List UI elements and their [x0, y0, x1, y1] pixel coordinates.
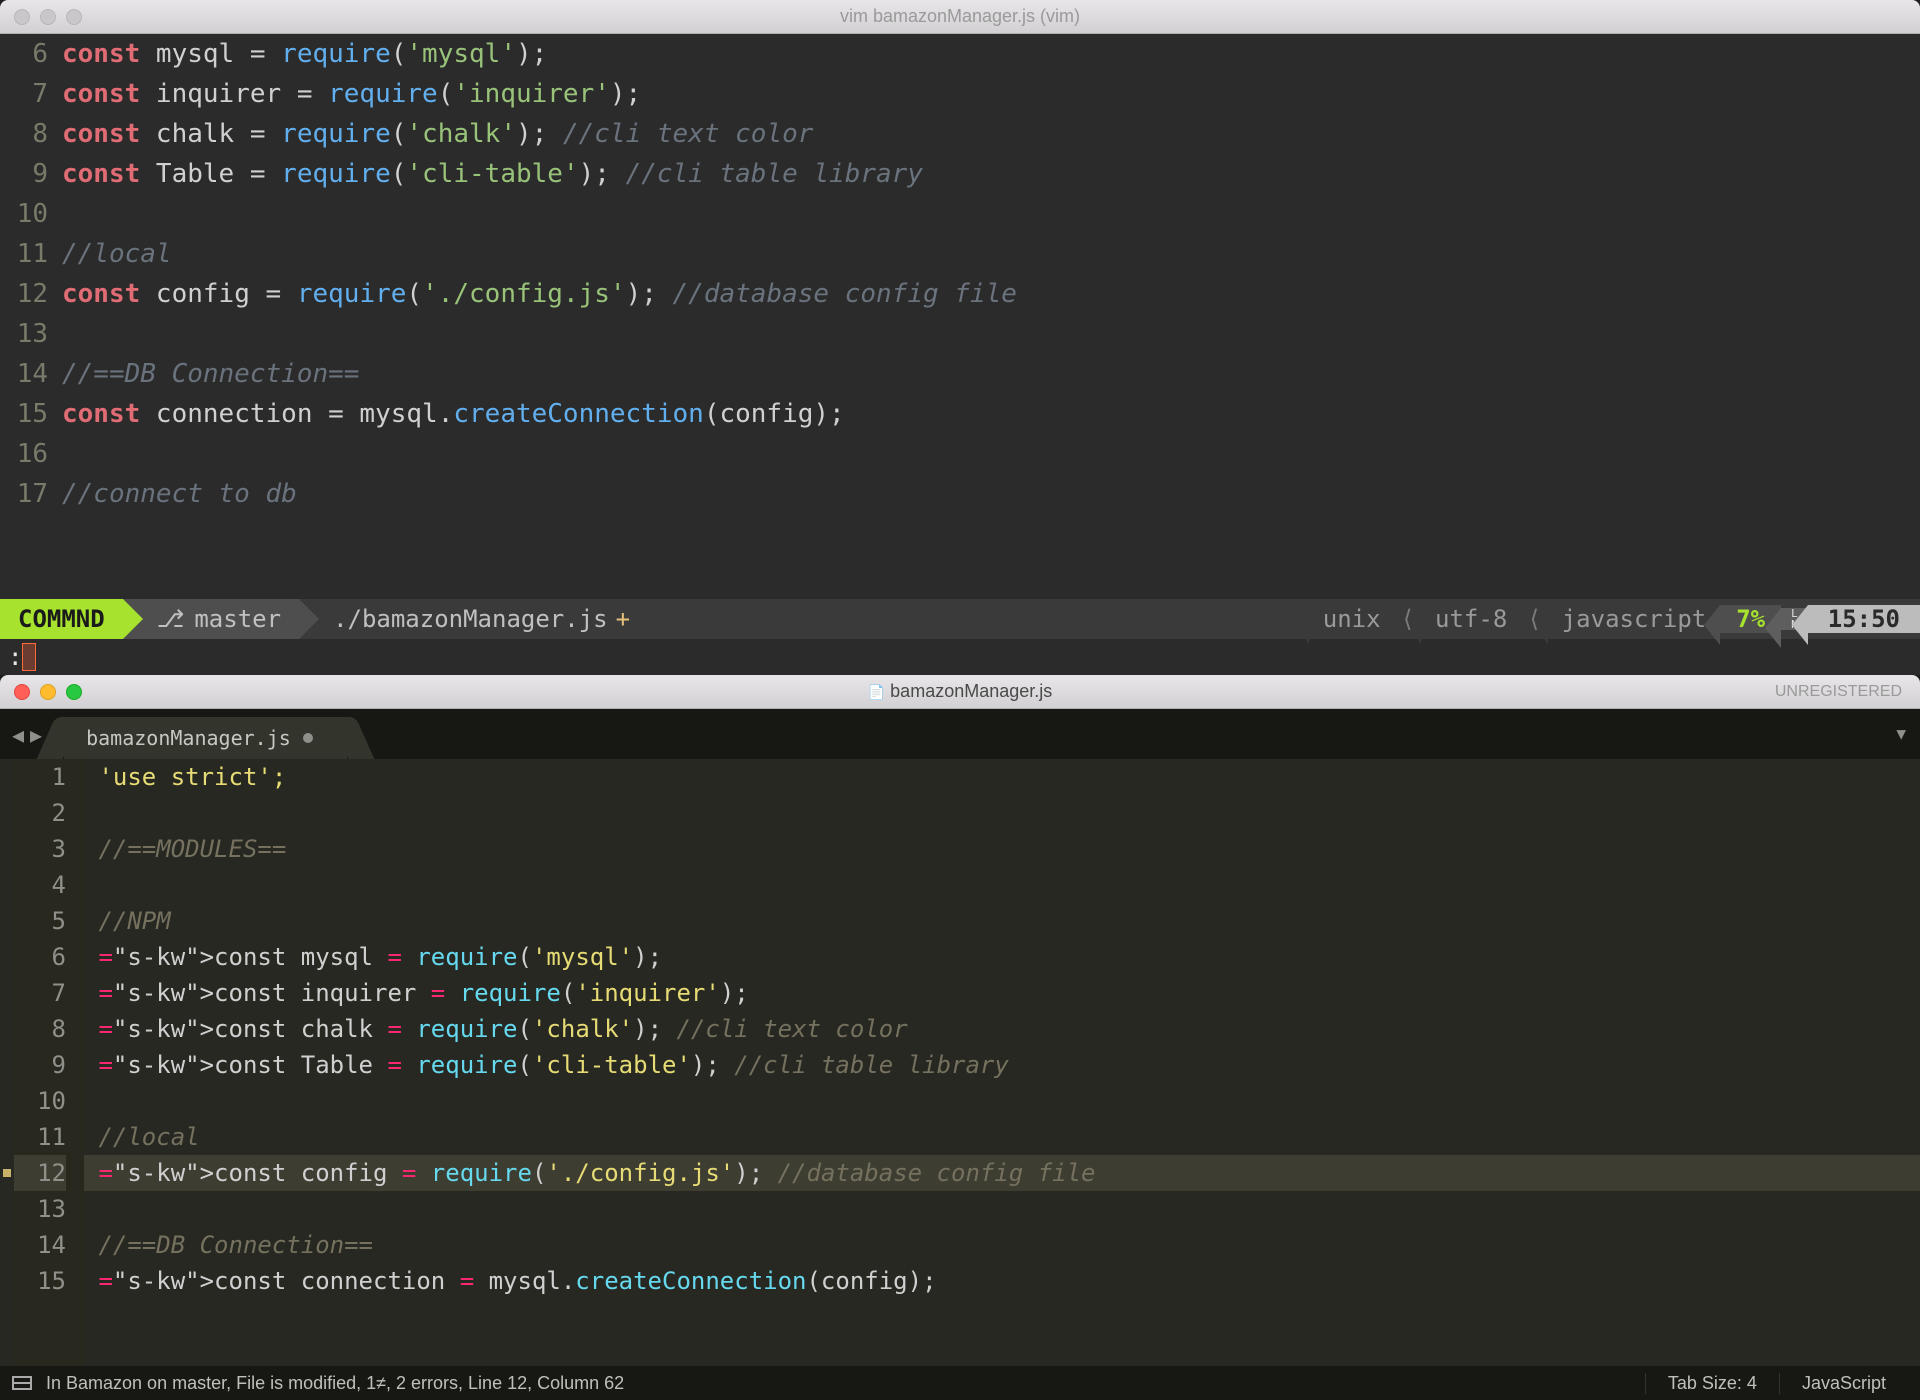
line-number: 6: [14, 939, 66, 975]
tab-size[interactable]: Tab Size: 4: [1645, 1373, 1779, 1394]
sublime-titlebar: 📄 bamazonManager.js UNREGISTERED: [0, 675, 1920, 709]
code-line[interactable]: ="s-kw">const config = require('./config…: [84, 1155, 1920, 1191]
code-line[interactable]: const connection = mysql.createConnectio…: [62, 394, 1920, 434]
code-line[interactable]: //connect to db: [62, 474, 1920, 514]
code-line[interactable]: const mysql = require('mysql');: [62, 34, 1920, 74]
line-number: 11: [14, 1119, 66, 1155]
line-number: 14: [0, 354, 48, 394]
cursor-position: 15:50: [1808, 605, 1920, 633]
registration-status: UNREGISTERED: [1775, 683, 1902, 701]
encoding: utf-8: [1421, 605, 1521, 633]
code-line[interactable]: //local: [62, 234, 1920, 274]
vim-title: vim bamazonManager.js (vim): [0, 6, 1920, 27]
line-number: 15: [14, 1263, 66, 1299]
line-number: 17: [0, 474, 48, 514]
line-number: 8: [14, 1011, 66, 1047]
vim-branch-segment: ⎇ master: [123, 599, 299, 639]
syntax[interactable]: JavaScript: [1779, 1373, 1908, 1394]
cursor-icon: [22, 643, 36, 671]
sublime-code-area[interactable]: 'use strict'; //==MODULES== //NPM ="s-kw…: [84, 759, 1920, 1366]
line-number: 13: [14, 1191, 66, 1227]
line-number: 15: [0, 394, 48, 434]
sublime-title-text: bamazonManager.js: [890, 681, 1052, 701]
code-line[interactable]: [84, 867, 1920, 903]
marker-column: [0, 759, 14, 1366]
code-line[interactable]: [84, 1083, 1920, 1119]
dirty-indicator-icon: [303, 733, 313, 743]
vim-file-segment: ./bamazonManager.js +: [299, 599, 648, 639]
code-line[interactable]: [84, 1191, 1920, 1227]
code-line[interactable]: 'use strict';: [84, 759, 1920, 795]
status-message: In Bamazon on master, File is modified, …: [46, 1373, 624, 1394]
tab-active[interactable]: bamazonManager.js: [64, 717, 347, 759]
code-line[interactable]: const chalk = require('chalk'); //cli te…: [62, 114, 1920, 154]
code-line[interactable]: const Table = require('cli-table'); //cl…: [62, 154, 1920, 194]
line-number: 12: [14, 1155, 66, 1191]
line-number: 1: [14, 759, 66, 795]
nav-back-icon[interactable]: ◀: [12, 723, 24, 747]
code-line[interactable]: //NPM: [84, 903, 1920, 939]
modified-indicator: +: [616, 605, 630, 633]
line-number: 10: [0, 194, 48, 234]
code-line[interactable]: const config = require('./config.js'); /…: [62, 274, 1920, 314]
line-number: 7: [0, 74, 48, 114]
code-line[interactable]: //==DB Connection==: [62, 354, 1920, 394]
tab-dropdown-icon[interactable]: ▼: [1896, 724, 1906, 743]
line-number: 3: [14, 831, 66, 867]
code-line[interactable]: [62, 194, 1920, 234]
code-line[interactable]: const inquirer = require('inquirer');: [62, 74, 1920, 114]
sublime-title: 📄 bamazonManager.js: [0, 681, 1920, 702]
code-line[interactable]: //==MODULES==: [84, 831, 1920, 867]
code-line[interactable]: ="s-kw">const chalk = require('chalk'); …: [84, 1011, 1920, 1047]
line-number: 7: [14, 975, 66, 1011]
sublime-statusbar: In Bamazon on master, File is modified, …: [0, 1366, 1920, 1400]
vim-titlebar: vim bamazonManager.js (vim): [0, 0, 1920, 34]
vim-command-line[interactable]: :: [0, 639, 1920, 675]
filetype: javascript: [1548, 605, 1721, 633]
vim-gutter: 67891011121314151617: [0, 34, 62, 599]
code-line[interactable]: [84, 795, 1920, 831]
line-number: 2: [14, 795, 66, 831]
code-line[interactable]: ="s-kw">const inquirer = require('inquir…: [84, 975, 1920, 1011]
line-number: 14: [14, 1227, 66, 1263]
branch-name: master: [194, 605, 281, 633]
tab-label: bamazonManager.js: [86, 726, 291, 750]
code-line[interactable]: //==DB Connection==: [84, 1227, 1920, 1263]
cmd-prompt: :: [8, 643, 22, 671]
vim-code-area[interactable]: const mysql = require('mysql');const inq…: [62, 34, 1920, 599]
vim-mode-segment: COMMND: [0, 599, 123, 639]
sublime-editor[interactable]: 123456789101112131415 'use strict'; //==…: [0, 759, 1920, 1366]
line-number: 11: [0, 234, 48, 274]
file-path: ./bamazonManager.js: [333, 605, 608, 633]
line-number: 13: [0, 314, 48, 354]
line-number: 5: [14, 903, 66, 939]
line-marker-icon: [3, 1169, 11, 1177]
code-line[interactable]: ="s-kw">const mysql = require('mysql');: [84, 939, 1920, 975]
code-line[interactable]: ="s-kw">const connection = mysql.createC…: [84, 1263, 1920, 1299]
vim-window: vim bamazonManager.js (vim) 678910111213…: [0, 0, 1920, 675]
line-number: 12: [0, 274, 48, 314]
code-line[interactable]: ="s-kw">const Table = require('cli-table…: [84, 1047, 1920, 1083]
vim-editor[interactable]: 67891011121314151617 const mysql = requi…: [0, 34, 1920, 599]
code-line[interactable]: [62, 434, 1920, 474]
line-number: 6: [0, 34, 48, 74]
line-number: 16: [0, 434, 48, 474]
branch-icon: ⎇: [157, 605, 185, 633]
sublime-window: 📄 bamazonManager.js UNREGISTERED ◀ ▶ bam…: [0, 675, 1920, 1400]
code-line[interactable]: //local: [84, 1119, 1920, 1155]
line-number: 4: [14, 867, 66, 903]
vim-statusline: COMMND ⎇ master ./bamazonManager.js + un…: [0, 599, 1920, 639]
sublime-gutter: 123456789101112131415: [14, 759, 84, 1366]
panel-switcher-icon[interactable]: [12, 1376, 32, 1390]
line-number: 9: [14, 1047, 66, 1083]
line-number: 9: [0, 154, 48, 194]
code-line[interactable]: [62, 314, 1920, 354]
sublime-tabbar: ◀ ▶ bamazonManager.js ▼: [0, 709, 1920, 759]
document-icon: 📄: [868, 684, 885, 700]
nav-forward-icon[interactable]: ▶: [30, 723, 42, 747]
line-number: 10: [14, 1083, 66, 1119]
fileformat: unix: [1309, 605, 1395, 633]
line-number: 8: [0, 114, 48, 154]
